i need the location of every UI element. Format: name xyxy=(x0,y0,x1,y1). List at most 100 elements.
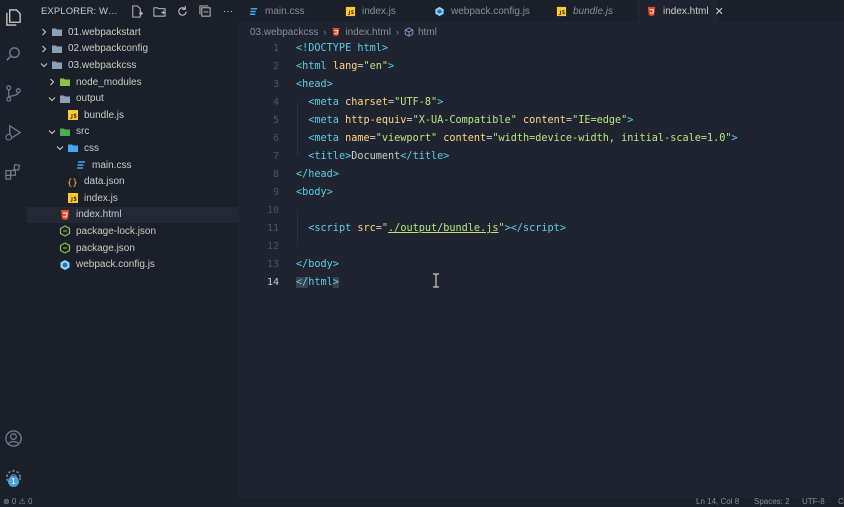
encoding-setting[interactable]: UTF-8 xyxy=(802,497,825,507)
tree-folder[interactable]: 03.webpackcss xyxy=(27,57,239,74)
more-icon[interactable]: ··· xyxy=(221,4,235,18)
code-token: body xyxy=(302,187,327,198)
symbol-icon xyxy=(404,27,414,37)
text-cursor-icon xyxy=(432,273,440,288)
breadcrumb-folder[interactable]: 03.webpackcss xyxy=(250,27,318,38)
problems-indicator[interactable]: ⊗ 0 ⚠ 0 xyxy=(3,497,32,507)
code-line[interactable]: <body> xyxy=(296,184,333,202)
status-bar: ⊗ 0 ⚠ 0 Ln 14, Col 8 Spaces: 2 UTF-8 C xyxy=(0,497,844,507)
breadcrumb-separator: › xyxy=(323,27,327,37)
code-line[interactable]: <script src="./output/bundle.js"></scrip… xyxy=(296,220,566,238)
tab-label: main.css xyxy=(265,5,305,17)
new-folder-icon[interactable] xyxy=(152,4,166,18)
code-token: src xyxy=(351,223,376,234)
tab-bar: main.css index.js webpack.config.js bundle.… xyxy=(239,0,844,22)
tab-index-html[interactable]: index.html ✕ xyxy=(637,0,724,22)
new-file-icon[interactable] xyxy=(129,4,143,18)
code-line[interactable]: </head> xyxy=(296,166,339,184)
breadcrumb-symbol[interactable]: html xyxy=(418,27,437,38)
chevron-down-icon[interactable] xyxy=(47,127,57,137)
code-token: Document xyxy=(351,151,401,162)
tree-file[interactable]: {} data.json xyxy=(27,173,239,190)
code-line[interactable]: <meta charset="UTF-8"> xyxy=(296,94,443,112)
src-folder-icon xyxy=(59,126,71,138)
close-icon[interactable]: ✕ xyxy=(715,5,724,18)
code-token: </ xyxy=(296,277,309,288)
npm-file-icon xyxy=(59,242,71,254)
tree-file[interactable]: package-lock.json xyxy=(27,223,239,240)
accounts-icon[interactable] xyxy=(0,426,27,450)
code-line[interactable]: <meta name="viewport" content="width=dev… xyxy=(296,130,737,148)
json-file-icon: {} xyxy=(67,176,79,188)
explorer-icon[interactable] xyxy=(0,5,27,29)
line-number: 4 xyxy=(272,97,279,108)
activity-bar: 1 xyxy=(0,0,27,497)
tree-item-label: package-lock.json xyxy=(76,225,157,237)
code-line[interactable]: </html> xyxy=(296,274,339,292)
settings-badge: 1 xyxy=(8,476,19,487)
line-number: 11 xyxy=(266,223,279,234)
code-token: "UTF-8" xyxy=(394,97,438,108)
tree-folder[interactable]: output xyxy=(27,90,239,107)
collapse-icon[interactable] xyxy=(198,4,212,18)
tab-bundle-js[interactable]: bundle.js xyxy=(547,0,637,22)
tree-folder[interactable]: node_modules xyxy=(27,74,239,91)
chevron-down-icon[interactable] xyxy=(55,143,65,153)
code-token: < xyxy=(296,151,315,162)
code-token: "X-UA-Compatible" xyxy=(412,115,517,126)
tree-item-label: output xyxy=(76,93,104,105)
line-number: 7 xyxy=(272,151,279,162)
run-debug-icon[interactable] xyxy=(0,120,27,144)
line-number: 2 xyxy=(272,61,279,72)
tab-main-css[interactable]: main.css xyxy=(239,0,336,22)
tree-file[interactable]: index.html xyxy=(27,206,239,224)
tree-folder[interactable]: css xyxy=(27,140,239,157)
tree-folder[interactable]: 02.webpackconfig xyxy=(27,41,239,58)
webpack-file-icon xyxy=(434,6,445,17)
cursor-position[interactable]: Ln 14, Col 8 xyxy=(696,497,739,507)
code-token: title xyxy=(412,151,444,162)
refresh-icon[interactable] xyxy=(175,4,189,18)
tree-file[interactable]: package.json xyxy=(27,240,239,257)
tab-index-js[interactable]: index.js xyxy=(336,0,425,22)
code-token: <!DOCTYPE html> xyxy=(296,43,389,54)
node-modules-folder-icon xyxy=(59,76,71,88)
source-control-icon[interactable] xyxy=(0,81,27,105)
tree-item-label: node_modules xyxy=(76,76,142,88)
chevron-right-icon[interactable] xyxy=(47,77,57,87)
search-icon[interactable] xyxy=(0,42,27,66)
chevron-right-icon[interactable] xyxy=(39,44,49,54)
chevron-right-icon[interactable] xyxy=(39,27,49,37)
code-token: </ xyxy=(400,151,413,162)
line-number: 5 xyxy=(272,115,279,126)
chevron-down-icon[interactable] xyxy=(39,60,49,70)
tab-webpack-config-js[interactable]: webpack.config.js xyxy=(425,0,547,22)
code-line[interactable]: </body> xyxy=(296,256,339,274)
code-token: lang xyxy=(326,61,358,72)
javascript-file-icon xyxy=(67,192,79,204)
code-line[interactable]: <title>Document</title> xyxy=(296,148,449,166)
extensions-icon[interactable] xyxy=(0,159,27,183)
indentation-setting[interactable]: Spaces: 2 xyxy=(754,497,790,507)
tree-folder[interactable]: src xyxy=(27,124,239,141)
code-line[interactable]: <head> xyxy=(296,76,333,94)
code-line[interactable]: <meta http-equiv="X-UA-Compatible" conte… xyxy=(296,112,633,130)
javascript-file-icon xyxy=(67,109,79,121)
tree-item-label: css xyxy=(84,142,99,154)
code-token: script xyxy=(314,223,352,234)
chevron-down-icon[interactable] xyxy=(47,94,57,104)
code-line[interactable]: <!DOCTYPE html> xyxy=(296,40,388,58)
tree-file[interactable]: main.css xyxy=(27,157,239,174)
css-folder-icon xyxy=(67,142,79,154)
tree-file[interactable]: bundle.js xyxy=(27,107,239,124)
tab-label: bundle.js xyxy=(573,5,614,17)
tree-file[interactable]: index.js xyxy=(27,190,239,207)
line-number: 14 xyxy=(266,277,279,288)
breadcrumb-file[interactable]: index.html xyxy=(345,27,391,38)
tree-file[interactable]: webpack.config.js xyxy=(27,256,239,273)
status-extra[interactable]: C xyxy=(838,497,844,507)
tree-folder[interactable]: 01.webpackstart xyxy=(27,24,239,41)
code-line[interactable]: <html lang="en"> xyxy=(296,58,394,76)
